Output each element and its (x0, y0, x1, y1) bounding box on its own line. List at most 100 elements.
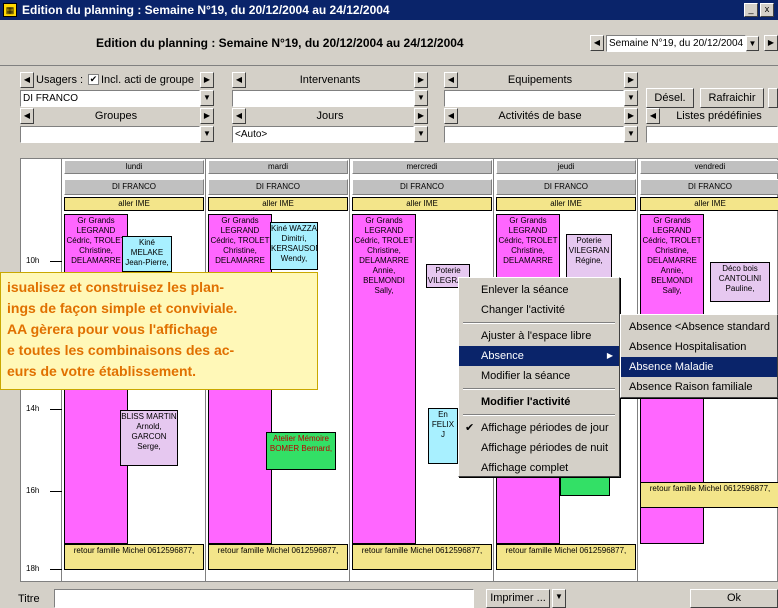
seance-aller-ime[interactable]: aller IME (640, 197, 778, 211)
next-week-button[interactable]: ▶ (764, 35, 778, 51)
context-menu: Enlever la séance Changer l'activité Aju… (458, 277, 620, 477)
hour-tick (50, 491, 62, 492)
menu-item-periode-jour[interactable]: ✔ Affichage périodes de jour (459, 418, 619, 438)
extra-button[interactable] (768, 88, 778, 108)
groupes-next-button[interactable]: ▶ (200, 108, 214, 124)
usagers-field[interactable]: DI FRANCO (20, 90, 200, 107)
titre-field[interactable] (54, 589, 474, 608)
activites-next-button[interactable]: ▶ (624, 108, 638, 124)
hour-label: 14h (26, 404, 40, 413)
jours-prev-button[interactable]: ◀ (232, 108, 246, 124)
groupes-prev-button[interactable]: ◀ (20, 108, 34, 124)
seance-aller-ime[interactable]: aller IME (352, 197, 492, 211)
promo-callout: isualisez et construisez les plan- ings … (0, 272, 318, 390)
jours-field[interactable]: <Auto> (232, 126, 414, 143)
seance-retour-famille[interactable]: retour famille Michel 0612596877, (208, 544, 348, 570)
person-header: DI FRANCO (496, 179, 636, 195)
menu-item-ajuster[interactable]: Ajuster à l'espace libre (459, 326, 619, 346)
menu-separator (463, 388, 615, 390)
seance-activite[interactable]: BLISS MARTIN Arnold, GARCON Serge, (120, 410, 178, 466)
submenu-item-hospitalisation[interactable]: Absence Hospitalisation (621, 337, 777, 357)
submenu-item-maladie[interactable]: Absence Maladie (621, 357, 777, 377)
promo-line-4: e toutes les combinaisons des ac- (7, 342, 235, 358)
jours-next-button[interactable]: ▶ (414, 108, 428, 124)
activites-label: Activités de base (498, 110, 582, 122)
person-header: DI FRANCO (352, 179, 492, 195)
refresh-button[interactable]: Rafraichir (700, 88, 764, 108)
minimize-button[interactable]: _ (744, 3, 758, 17)
menu-item-periode-nuit[interactable]: Affichage périodes de nuit (459, 438, 619, 458)
week-select[interactable]: Semaine N°19, du 20/12/2004 (606, 35, 746, 52)
seance-retour-famille[interactable]: retour famille Michel 0612596877, (64, 544, 204, 570)
equipements-prev-button[interactable]: ◀ (444, 72, 458, 88)
seance-retour-famille[interactable]: retour famille Michel 0612596877, (352, 544, 492, 570)
intervenants-next-button[interactable]: ▶ (414, 72, 428, 88)
prev-week-button[interactable]: ◀ (590, 35, 604, 51)
seance-activite[interactable]: Kiné MELAKE Jean-Pierre, (122, 236, 172, 272)
usagers-prev-button[interactable]: ◀ (20, 72, 34, 88)
menu-separator (463, 414, 615, 416)
activites-prev-button[interactable]: ◀ (444, 108, 458, 124)
day-header: lundi (64, 160, 204, 174)
usagers-label: Usagers : (36, 74, 84, 86)
seance-aller-ime[interactable]: aller IME (64, 197, 204, 211)
menu-item-modifier-seance[interactable]: Modifier la séance (459, 366, 619, 386)
check-icon: ✔ (465, 422, 475, 434)
seance-activite[interactable]: Kiné WAZZA Dimitri, KERSAUSON Wendy, (270, 222, 318, 270)
equipements-next-button[interactable]: ▶ (624, 72, 638, 88)
seance-retour-famille[interactable]: retour famille Michel 0612596877, (640, 482, 778, 508)
listes-field[interactable] (646, 126, 778, 143)
promo-line-5: eurs de votre établissement. (7, 363, 197, 379)
menu-item-enlever[interactable]: Enlever la séance (459, 280, 619, 300)
day-header: vendredi (640, 160, 778, 174)
seance-activite[interactable]: En FELIX J (428, 408, 458, 464)
close-button[interactable]: x (760, 3, 774, 17)
imprimer-dropdown-button[interactable]: ▼ (552, 589, 566, 608)
listes-prev-button[interactable]: ◀ (646, 108, 660, 124)
submenu-arrow-icon: ▶ (606, 351, 613, 360)
usagers-next-button[interactable]: ▶ (200, 72, 214, 88)
page-title: Edition du planning : Semaine N°19, du 2… (96, 36, 464, 50)
seance-aller-ime[interactable]: aller IME (208, 197, 348, 211)
promo-line-2: ings de façon simple et conviviale. (7, 300, 238, 316)
person-header: DI FRANCO (64, 179, 204, 195)
intervenants-prev-button[interactable]: ◀ (232, 72, 246, 88)
menu-item-absence[interactable]: Absence ▶ (459, 346, 619, 366)
deselect-button[interactable]: Désel. (646, 88, 694, 108)
day-header: jeudi (496, 160, 636, 174)
incl-groupe-checkbox[interactable]: ✔ (88, 74, 99, 85)
groupes-label: Groupes (94, 110, 138, 122)
chevron-down-icon[interactable]: ▼ (746, 36, 759, 51)
equipements-dropdown-button[interactable]: ▼ (624, 90, 638, 106)
seance-activite[interactable]: Déco bois CANTOLINI Pauline, (710, 262, 770, 302)
window-title-bar[interactable]: Edition du planning : Semaine N°19, du 2… (0, 0, 778, 20)
day-header: mardi (208, 160, 348, 174)
submenu-item-raison-familiale[interactable]: Absence Raison familiale (621, 377, 777, 397)
menu-item-affichage-complet[interactable]: Affichage complet (459, 458, 619, 478)
seance-activite[interactable]: Atelier Mémoire BOMER Bernard, (266, 432, 336, 470)
groupes-field[interactable] (20, 126, 200, 143)
submenu-item-standard[interactable]: Absence <Absence standard (621, 317, 777, 337)
groupes-dropdown-button[interactable]: ▼ (200, 126, 214, 142)
seance-aller-ime[interactable]: aller IME (496, 197, 636, 211)
intervenants-label: Intervenants (299, 74, 361, 86)
seance-gr-grands[interactable]: Gr Grands LEGRAND Cédric, TROLET Christi… (352, 214, 416, 544)
menu-item-modifier-activite[interactable]: Modifier l'activité (459, 392, 619, 412)
window-title: Edition du planning : Semaine N°19, du 2… (22, 3, 390, 17)
listes-label: Listes prédéfinies (676, 110, 762, 122)
imprimer-button[interactable]: Imprimer ... (486, 589, 550, 608)
person-header: DI FRANCO (208, 179, 348, 195)
equipements-field[interactable] (444, 90, 624, 107)
seance-retour-famille[interactable]: retour famille Michel 0612596877, (496, 544, 636, 570)
activites-dropdown-button[interactable]: ▼ (624, 126, 638, 142)
usagers-dropdown-button[interactable]: ▼ (200, 90, 214, 106)
hour-label: 10h (26, 256, 40, 265)
activites-field[interactable] (444, 126, 624, 143)
intervenants-dropdown-button[interactable]: ▼ (414, 90, 428, 106)
equipements-label: Equipements (507, 74, 573, 86)
jours-dropdown-button[interactable]: ▼ (414, 126, 428, 142)
hour-tick (50, 409, 62, 410)
menu-item-changer[interactable]: Changer l'activité (459, 300, 619, 320)
ok-button[interactable]: Ok (690, 589, 778, 608)
intervenants-field[interactable] (232, 90, 414, 107)
